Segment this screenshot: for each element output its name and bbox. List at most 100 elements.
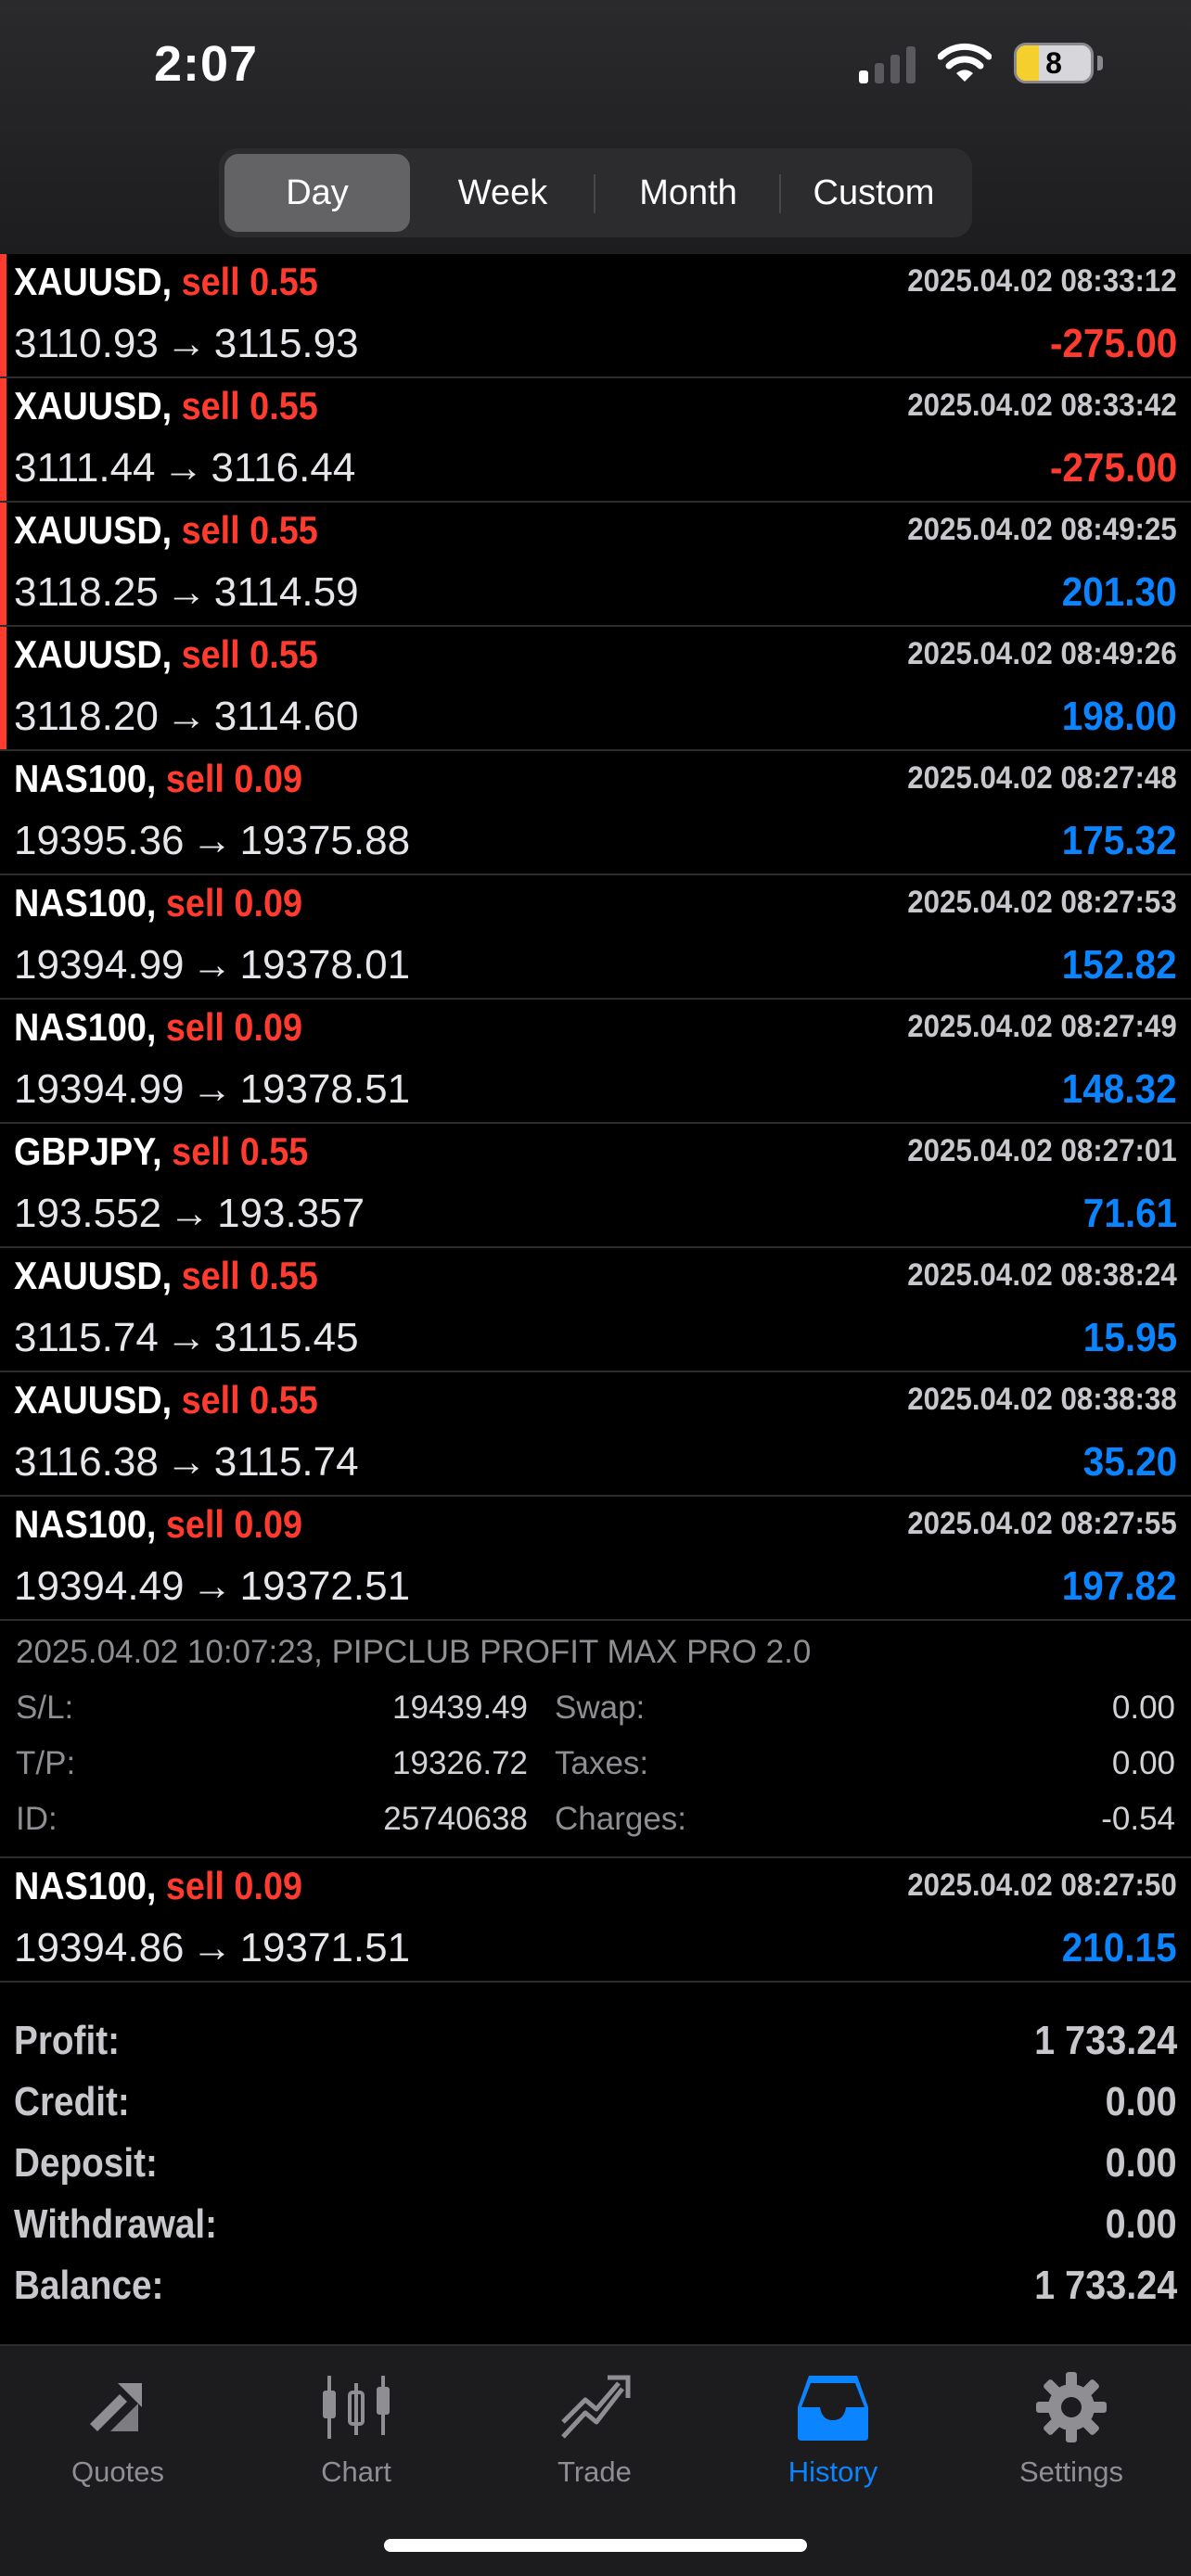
deal-time: 2025.04.02 08:49:26 (907, 636, 1177, 671)
deal-row[interactable]: NAS100, sell 0.09 2025.04.02 08:27:53 1939… (0, 875, 1191, 1000)
deal-open-price: 19394.99 (14, 942, 185, 988)
arrow-right-icon: → (191, 1563, 233, 1609)
tab-week-label: Week (457, 173, 548, 212)
deal-prices: 3111.44 → 3116.44 (14, 445, 355, 491)
deal-symbol: NAS100, (14, 1502, 157, 1546)
deal-open-price: 193.552 (14, 1191, 162, 1236)
deal-row[interactable]: XAUUSD, sell 0.55 2025.04.02 08:49:25 3118… (0, 503, 1191, 627)
summary-value: 1 733.24 (1033, 2263, 1177, 2308)
deal-symbol: XAUUSD, (14, 1254, 173, 1297)
deal-row[interactable]: NAS100, sell 0.09 2025.04.02 08:27:48 1939… (0, 751, 1191, 875)
deal-symbol: XAUUSD, (14, 508, 173, 552)
swap-label: Swap: (555, 1690, 646, 1726)
deal-title: XAUUSD, sell 0.55 (14, 1254, 318, 1298)
sl-value: 19439.49 (392, 1690, 528, 1726)
tab-chart[interactable]: Chart (254, 2365, 458, 2489)
deal-open-price: 19394.86 (14, 1925, 185, 1970)
trade-icon (561, 2375, 631, 2439)
tab-quotes-label: Quotes (71, 2455, 164, 2488)
deal-side-volume: sell 0.55 (181, 508, 318, 552)
deal-symbol: XAUUSD, (14, 260, 173, 303)
arrow-right-icon: → (165, 321, 207, 366)
summary-label: Profit: (14, 2018, 120, 2063)
home-indicator[interactable] (384, 2539, 807, 2552)
status-time: 2:07 (154, 36, 259, 92)
deal-time: 2025.04.02 08:27:55 (907, 1506, 1177, 1541)
arrow-right-icon: → (165, 569, 207, 615)
tab-quotes[interactable]: Quotes (16, 2365, 220, 2489)
summary-value: 0.00 (1105, 2140, 1177, 2186)
summary-label: Credit: (14, 2079, 130, 2124)
deal-time: 2025.04.02 08:27:01 (907, 1133, 1177, 1168)
deal-title: NAS100, sell 0.09 (14, 1005, 302, 1050)
charges-label: Charges: (555, 1801, 687, 1837)
tab-settings[interactable]: Settings (969, 2365, 1173, 2489)
deal-side-volume: sell 0.55 (181, 1378, 318, 1422)
deal-row[interactable]: XAUUSD, sell 0.55 2025.04.02 08:49:26 3118… (0, 627, 1191, 751)
tp-label: T/P: (16, 1745, 76, 1781)
arrow-right-icon: → (191, 1925, 233, 1970)
deal-open-price: 3115.74 (14, 1315, 159, 1360)
deal-title: XAUUSD, sell 0.55 (14, 260, 318, 304)
deal-title: XAUUSD, sell 0.55 (14, 508, 318, 553)
deal-row[interactable]: GBPJPY, sell 0.55 2025.04.02 08:27:01 193.… (0, 1124, 1191, 1248)
tab-custom-label: Custom (813, 173, 935, 212)
id-value: 25740638 (383, 1801, 528, 1837)
summary-label: Deposit: (14, 2140, 158, 2186)
deal-close-price: 3115.45 (213, 1315, 359, 1360)
tab-week[interactable]: Week (410, 154, 596, 232)
arrow-right-icon: → (165, 1315, 207, 1360)
tab-month[interactable]: Month (596, 154, 781, 232)
tab-trade[interactable]: Trade (493, 2365, 697, 2489)
deal-row[interactable]: NAS100, sell 0.09 2025.04.02 08:27:50 1939… (0, 1858, 1191, 1983)
deal-time: 2025.04.02 08:33:42 (907, 388, 1177, 423)
deal-prices: 193.552 → 193.357 (14, 1191, 365, 1237)
deal-profit: 210.15 (1062, 1925, 1177, 1970)
deal-title: NAS100, sell 0.09 (14, 757, 302, 801)
deal-time: 2025.04.02 08:27:53 (907, 885, 1177, 920)
deal-title: XAUUSD, sell 0.55 (14, 384, 318, 428)
deal-row[interactable]: NAS100, sell 0.09 2025.04.02 08:27:49 1939… (0, 1000, 1191, 1124)
battery-nub (1097, 56, 1103, 70)
deal-close-price: 3114.59 (213, 569, 359, 615)
deals-list: XAUUSD, sell 0.55 2025.04.02 08:33:12 3110… (0, 254, 1191, 1983)
deal-symbol: NAS100, (14, 1005, 157, 1049)
deals-bottom-group: NAS100, sell 0.09 2025.04.02 08:27:50 1939… (0, 1858, 1191, 1983)
cellular-signal-icon (852, 43, 916, 83)
deal-details[interactable]: 2025.04.02 10:07:23, PIPCLUB PROFIT MAX … (0, 1621, 1191, 1858)
arrow-right-icon: → (165, 694, 207, 739)
deal-open-price: 3116.38 (14, 1439, 159, 1485)
deal-side-volume: sell 0.09 (165, 1005, 303, 1049)
taxes-value: 0.00 (1111, 1745, 1175, 1781)
deal-time: 2025.04.02 08:38:24 (907, 1257, 1177, 1293)
deal-row[interactable]: XAUUSD, sell 0.55 2025.04.02 08:33:12 3110… (0, 254, 1191, 378)
deal-profit: 198.00 (1062, 694, 1177, 739)
deal-close-price: 19378.51 (239, 1066, 411, 1112)
tab-chart-label: Chart (321, 2455, 391, 2488)
summary-row: Withdrawal: 0.00 (0, 2194, 1191, 2255)
tab-history[interactable]: History (731, 2365, 935, 2489)
deal-side-volume: sell 0.09 (165, 1502, 303, 1546)
deal-title: XAUUSD, sell 0.55 (14, 1378, 318, 1422)
arrow-right-icon: → (165, 1439, 207, 1485)
deal-side-volume: sell 0.55 (181, 384, 318, 427)
deal-prices: 19395.36 → 19375.88 (14, 818, 410, 864)
deal-profit: 35.20 (1082, 1439, 1177, 1485)
deal-row[interactable]: XAUUSD, sell 0.55 2025.04.02 08:38:24 3115… (0, 1248, 1191, 1372)
arrow-right-icon: → (162, 445, 204, 491)
tp-value: 19326.72 (392, 1745, 528, 1781)
deal-row[interactable]: XAUUSD, sell 0.55 2025.04.02 08:38:38 3116… (0, 1372, 1191, 1497)
deal-open-price: 19395.36 (14, 818, 185, 863)
tab-history-label: History (788, 2455, 878, 2488)
deal-comment: 2025.04.02 10:07:23, PIPCLUB PROFIT MAX … (16, 1634, 812, 1670)
tab-custom[interactable]: Custom (781, 154, 967, 232)
deal-profit: 71.61 (1082, 1191, 1177, 1236)
deal-row[interactable]: NAS100, sell 0.09 2025.04.02 08:27:55 1939… (0, 1497, 1191, 1621)
tab-day[interactable]: Day (224, 154, 410, 232)
deal-symbol: NAS100, (14, 1864, 157, 1907)
deal-title: NAS100, sell 0.09 (14, 1502, 302, 1547)
deal-profit: 148.32 (1062, 1066, 1177, 1112)
deal-side-volume: sell 0.09 (165, 881, 303, 925)
deal-close-price: 3115.93 (213, 321, 359, 366)
deal-row[interactable]: XAUUSD, sell 0.55 2025.04.02 08:33:42 3111… (0, 378, 1191, 503)
